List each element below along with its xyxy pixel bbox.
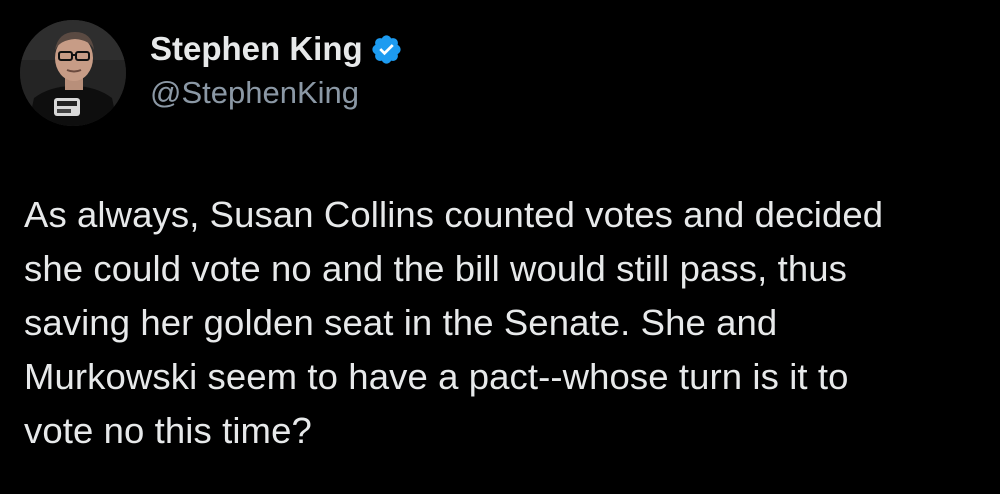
tweet-text-line: As always, Susan Collins counted votes a… xyxy=(24,194,884,235)
tweet-text-line: she could vote no and the bill would sti… xyxy=(24,248,847,289)
avatar[interactable] xyxy=(20,20,126,126)
avatar-image xyxy=(20,20,126,126)
tweet-card: Stephen King @StephenKing As always, Sus… xyxy=(0,0,1000,494)
tweet-text-line: vote no this time? xyxy=(24,410,312,451)
tweet-text: As always, Susan Collins counted votes a… xyxy=(24,188,984,458)
author-handle[interactable]: @StephenKing xyxy=(150,73,403,113)
tweet-text-line: saving her golden seat in the Senate. Sh… xyxy=(24,302,778,343)
author-info: Stephen King @StephenKing xyxy=(150,27,403,113)
tweet-header: Stephen King @StephenKing xyxy=(20,20,403,126)
name-row: Stephen King xyxy=(150,27,403,71)
author-display-name[interactable]: Stephen King xyxy=(150,27,363,71)
verified-badge-icon xyxy=(370,33,403,66)
tweet-text-line: Murkowski seem to have a pact--whose tur… xyxy=(24,356,849,397)
